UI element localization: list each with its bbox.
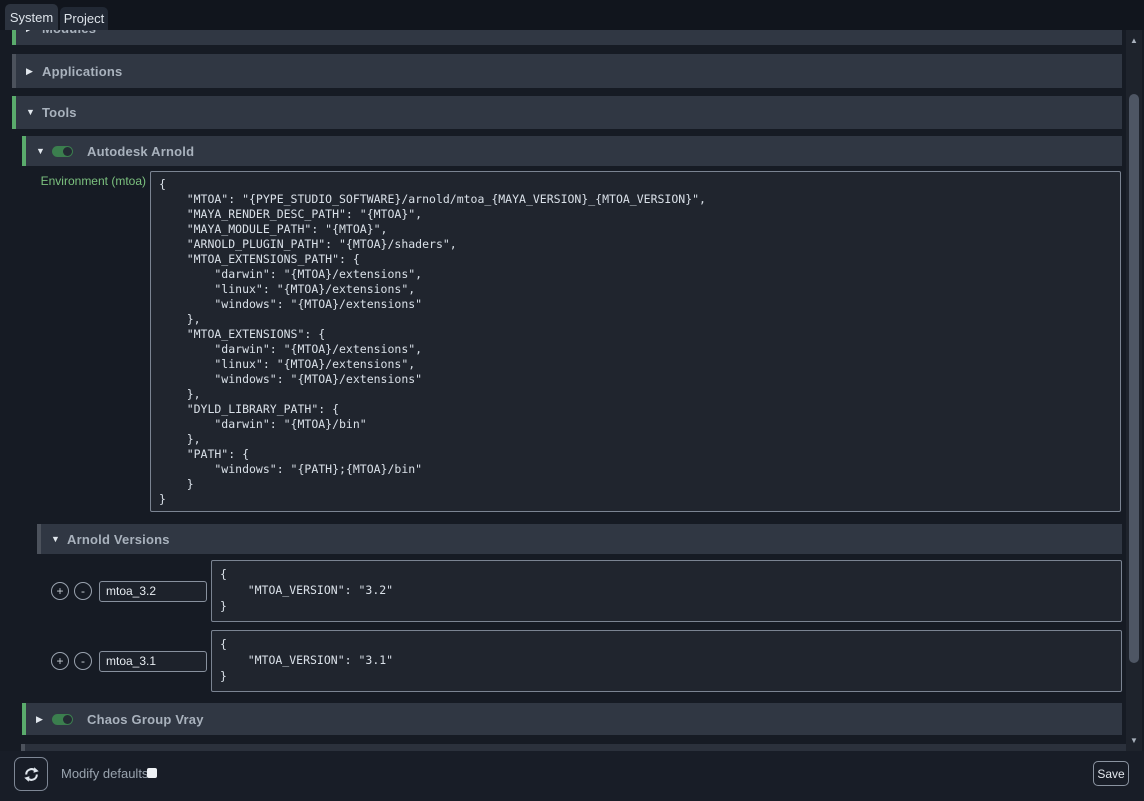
section-title: Modules bbox=[42, 30, 96, 36]
section-title: Autodesk Arnold bbox=[87, 144, 194, 159]
section-header-modules[interactable]: ▶ Modules bbox=[12, 30, 1122, 45]
vertical-scrollbar[interactable]: ▲ ▼ bbox=[1126, 30, 1142, 751]
section-title: Tools bbox=[42, 105, 77, 120]
arnold-enabled-toggle[interactable] bbox=[52, 146, 73, 157]
expanded-arrow-icon: ▼ bbox=[26, 108, 42, 117]
arnold-version-row: + - { "MTOA_VERSION": "3.1" } bbox=[51, 630, 1122, 692]
section-title: Applications bbox=[42, 64, 122, 79]
section-header-chaos-group-vray[interactable]: ▶ Chaos Group Vray bbox=[22, 703, 1122, 735]
add-version-button[interactable]: + bbox=[51, 582, 69, 600]
section-title: Chaos Group Vray bbox=[87, 712, 204, 727]
add-version-button[interactable]: + bbox=[51, 652, 69, 670]
version-environment-textarea[interactable]: { "MTOA_VERSION": "3.2" } bbox=[211, 560, 1122, 622]
settings-window: System Project ▶ Modules ▶ Applications … bbox=[0, 0, 1144, 801]
section-header-applications[interactable]: ▶ Applications bbox=[12, 54, 1122, 88]
remove-version-button[interactable]: - bbox=[74, 582, 92, 600]
footer-bar: Modify defaults Save bbox=[0, 751, 1144, 801]
save-button[interactable]: Save bbox=[1093, 761, 1129, 786]
collapsed-arrow-icon: ▶ bbox=[26, 67, 42, 76]
collapsed-arrow-icon: ▶ bbox=[36, 715, 52, 724]
section-header-autodesk-arnold[interactable]: ▼ Autodesk Arnold bbox=[22, 136, 1122, 166]
arnold-version-row: + - { "MTOA_VERSION": "3.2" } bbox=[51, 560, 1122, 622]
modify-defaults-checkbox[interactable] bbox=[147, 768, 157, 778]
expanded-arrow-icon: ▼ bbox=[51, 535, 67, 544]
environment-mtoa-textarea[interactable]: { "MTOA": "{PYPE_STUDIO_SOFTWARE}/arnold… bbox=[150, 171, 1121, 512]
environment-mtoa-label: Environment (mtoa) bbox=[18, 174, 146, 188]
scrollbar-thumb[interactable] bbox=[1129, 94, 1139, 663]
section-header-tools[interactable]: ▼ Tools bbox=[12, 96, 1122, 129]
collapsed-arrow-icon: ▶ bbox=[26, 30, 42, 33]
tab-bar: System Project bbox=[0, 0, 1144, 30]
remove-version-button[interactable]: - bbox=[74, 652, 92, 670]
tab-system[interactable]: System bbox=[5, 4, 58, 30]
vray-enabled-toggle[interactable] bbox=[52, 714, 73, 725]
version-environment-textarea[interactable]: { "MTOA_VERSION": "3.1" } bbox=[211, 630, 1122, 692]
refresh-button[interactable] bbox=[14, 757, 48, 791]
settings-scroll-area: ▶ Modules ▶ Applications ▼ Tools ▼ Autod… bbox=[0, 30, 1144, 751]
refresh-icon bbox=[23, 766, 40, 783]
section-title: Arnold Versions bbox=[67, 532, 170, 547]
version-key-input[interactable] bbox=[99, 581, 207, 602]
modify-defaults-label: Modify defaults bbox=[61, 766, 148, 781]
section-header-arnold-versions[interactable]: ▼ Arnold Versions bbox=[37, 524, 1122, 554]
tab-project[interactable]: Project bbox=[60, 7, 108, 30]
expanded-arrow-icon: ▼ bbox=[36, 147, 52, 156]
scroll-up-button[interactable]: ▲ bbox=[1126, 33, 1142, 47]
version-key-input[interactable] bbox=[99, 651, 207, 672]
scroll-down-button[interactable]: ▼ bbox=[1126, 733, 1142, 747]
partially-visible-section-header[interactable] bbox=[21, 744, 1126, 751]
